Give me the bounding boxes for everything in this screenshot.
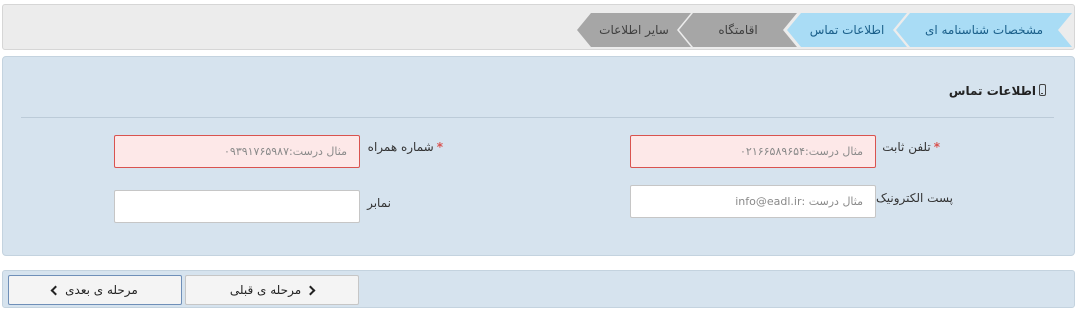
section-title: اطلاعات تماس — [948, 84, 1036, 98]
chevron-right-icon — [305, 285, 316, 295]
landline-label-text: تلفن ثابت — [882, 140, 931, 154]
step-label: اطلاعات تماس — [809, 23, 885, 37]
mobile-label-text: شماره همراه — [367, 140, 434, 154]
previous-step-label: مرحله ی قبلی — [229, 283, 302, 297]
wizard-nav-bar: مرحله ی قبلی مرحله ی بعدی — [2, 270, 1075, 308]
email-input[interactable] — [630, 185, 876, 218]
mobile-input[interactable] — [114, 135, 360, 168]
wizard-step-bar: مشخصات شناسنامه ای اطلاعات تماس اقامتگاه… — [2, 4, 1075, 50]
email-label: پست الکترونیک — [876, 191, 953, 205]
mobile-label: *شماره همراه — [368, 140, 443, 154]
required-marker: * — [436, 140, 443, 154]
fax-input[interactable] — [114, 190, 360, 223]
contact-info-panel: اطلاعات تماس *تلفن ثابت *شماره همراه پست… — [2, 56, 1075, 256]
step-other-info[interactable]: سایر اطلاعات — [577, 13, 691, 47]
section-divider — [21, 117, 1054, 118]
required-marker: * — [933, 140, 940, 154]
chevron-left-icon — [50, 285, 61, 295]
landline-label: *تلفن ثابت — [882, 140, 940, 154]
landline-input[interactable] — [630, 135, 876, 168]
next-step-button[interactable]: مرحله ی بعدی — [8, 275, 182, 305]
step-label: اقامتگاه — [718, 23, 758, 37]
fax-label: نمابر — [367, 196, 391, 210]
previous-step-button[interactable]: مرحله ی قبلی — [185, 275, 359, 305]
mobile-phone-icon — [1039, 84, 1046, 96]
step-identity-info[interactable]: مشخصات شناسنامه ای — [896, 13, 1072, 47]
step-label: سایر اطلاعات — [599, 23, 669, 37]
step-contact-info[interactable]: اطلاعات تماس — [787, 13, 907, 47]
next-step-label: مرحله ی بعدی — [65, 283, 138, 297]
step-residence[interactable]: اقامتگاه — [679, 13, 797, 47]
step-label: مشخصات شناسنامه ای — [924, 23, 1044, 37]
